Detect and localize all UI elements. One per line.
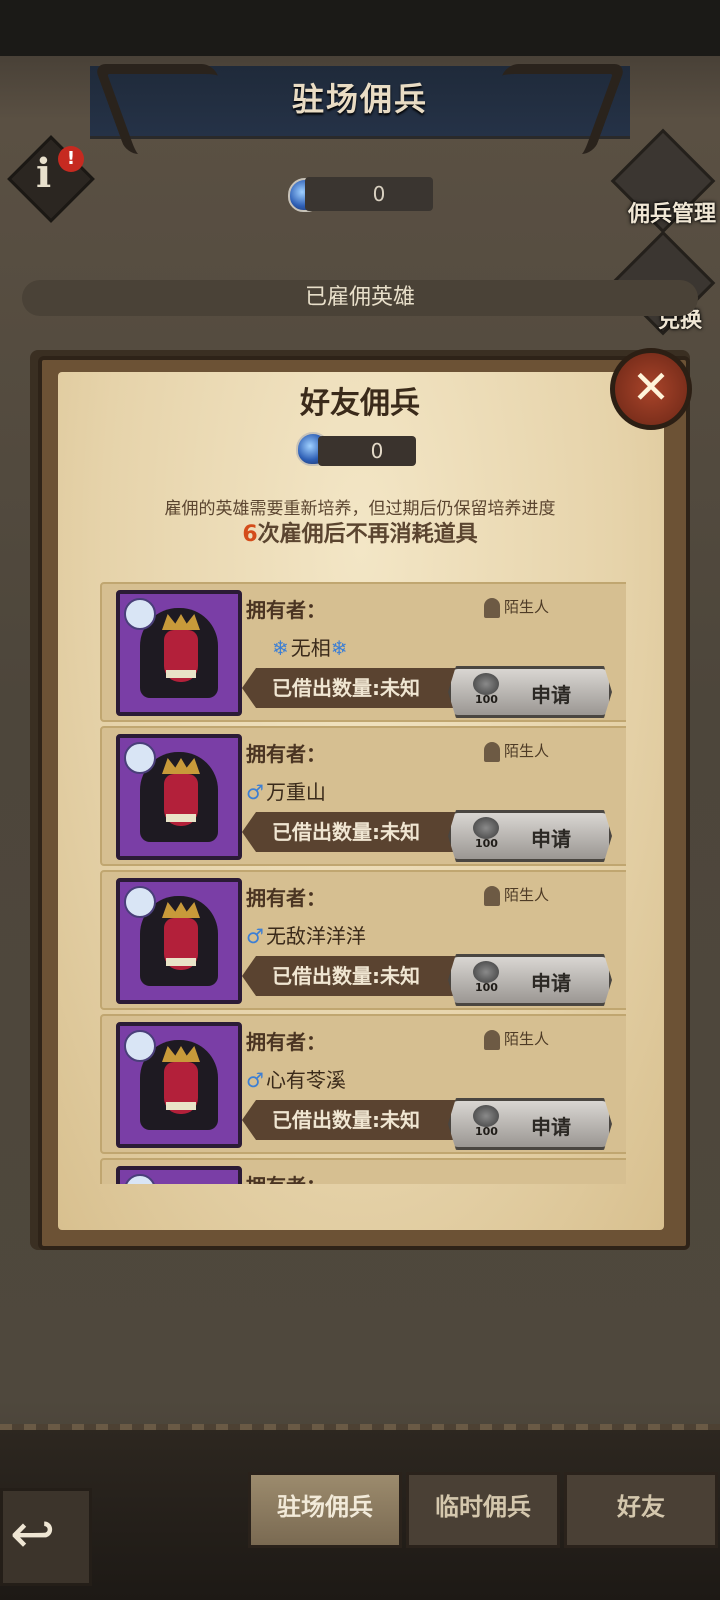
rank-icon bbox=[124, 598, 156, 630]
owner-label: 拥有者： bbox=[246, 1030, 326, 1054]
stranger-icon bbox=[484, 1029, 500, 1050]
token-icon bbox=[473, 673, 499, 695]
apply-button[interactable]: 100 申请 bbox=[448, 1098, 612, 1150]
male-icon: ♂ bbox=[246, 780, 264, 804]
owner-name: ❄ 无相❄ bbox=[272, 636, 348, 660]
rank-icon bbox=[124, 886, 156, 918]
stranger-icon bbox=[484, 885, 500, 906]
snowflake-icon: ❄ bbox=[330, 636, 348, 660]
tab-resident-mercenary[interactable]: 驻场佣兵 bbox=[248, 1472, 402, 1548]
page-title: 驻场佣兵 bbox=[291, 80, 428, 118]
modal-currency-value: 0 bbox=[318, 436, 416, 466]
token-icon bbox=[473, 817, 499, 839]
hero-portrait[interactable] bbox=[116, 878, 242, 1004]
mercenary-manage-label: 佣兵管理 bbox=[627, 202, 716, 227]
apply-label: 申请 bbox=[531, 1115, 571, 1139]
alert-badge: ! bbox=[58, 146, 84, 172]
stranger-icon bbox=[484, 597, 500, 618]
snowflake-icon: ❄ bbox=[272, 636, 289, 660]
relation-tag: 陌生人 bbox=[484, 1028, 549, 1050]
mercenary-card: 拥有者： 陌生人 ♂ 万重山 已借出数量:未知 100 申请 bbox=[100, 726, 626, 866]
relation-tag: 陌生人 bbox=[484, 596, 549, 618]
relation-tag: 陌生人 bbox=[484, 740, 549, 762]
owner-name: ♂ 万重山 bbox=[246, 780, 326, 804]
token-icon bbox=[473, 1105, 499, 1127]
mercenary-card: 拥有者： 陌生人 ♂ 心有苓溪 已借出数量:未知 100 申请 bbox=[100, 1014, 626, 1154]
hero-portrait[interactable] bbox=[116, 590, 242, 716]
modal-hire-note: 6次雇佣后不再消耗道具 bbox=[0, 516, 720, 548]
rank-icon bbox=[124, 1174, 156, 1184]
top-currency-value: 0 bbox=[305, 177, 433, 211]
apply-button[interactable]: 100 申请 bbox=[448, 666, 612, 718]
apply-label: 申请 bbox=[531, 827, 571, 851]
apply-button[interactable]: 100 申请 bbox=[448, 810, 612, 862]
rank-icon bbox=[124, 1030, 156, 1062]
info-icon: i bbox=[36, 150, 52, 197]
tab-friends[interactable]: 好友 bbox=[564, 1472, 718, 1548]
rank-icon bbox=[124, 742, 156, 774]
lend-count: 已借出数量:未知 bbox=[242, 956, 458, 996]
owner-label: 拥有者： bbox=[246, 742, 326, 766]
hero-portrait[interactable] bbox=[116, 1022, 242, 1148]
owner-name: ♂ 无敌洋洋洋 bbox=[246, 924, 366, 948]
owner-label: 拥有者： bbox=[246, 886, 326, 910]
token-icon bbox=[473, 961, 499, 983]
apply-cost: 100 bbox=[475, 1125, 498, 1138]
header: 驻场佣兵 bbox=[0, 56, 720, 154]
hired-heroes-bar: 已雇佣英雄 bbox=[22, 280, 698, 316]
apply-label: 申请 bbox=[531, 971, 571, 995]
status-strip bbox=[0, 0, 720, 56]
stranger-icon bbox=[484, 741, 500, 762]
apply-cost: 100 bbox=[475, 693, 498, 706]
hero-portrait[interactable] bbox=[116, 1166, 242, 1184]
lend-count: 已借出数量:未知 bbox=[242, 668, 458, 708]
owner-name: ♂ 心有苓溪 bbox=[246, 1068, 346, 1092]
owner-label: 拥有者： bbox=[246, 1170, 326, 1184]
relation-tag: 陌生人 bbox=[484, 884, 549, 906]
lend-count: 已借出数量:未知 bbox=[242, 812, 458, 852]
hero-portrait[interactable] bbox=[116, 734, 242, 860]
apply-cost: 100 bbox=[475, 837, 498, 850]
back-arrow-icon: ↩ bbox=[10, 1502, 56, 1565]
owner-label: 拥有者： bbox=[246, 598, 326, 622]
apply-button[interactable]: 100 申请 bbox=[448, 954, 612, 1006]
tab-temporary-mercenary[interactable]: 临时佣兵 bbox=[406, 1472, 560, 1548]
apply-cost: 100 bbox=[475, 981, 498, 994]
apply-label: 申请 bbox=[531, 683, 571, 707]
close-button[interactable]: ✕ bbox=[610, 348, 692, 430]
mercenary-card: 拥有者： bbox=[100, 1158, 626, 1184]
lend-count: 已借出数量:未知 bbox=[242, 1100, 458, 1140]
male-icon: ♂ bbox=[246, 924, 264, 948]
hire-count: 6 bbox=[242, 522, 258, 547]
mercenary-card: 拥有者： 陌生人 ❄ 无相❄ 已借出数量:未知 100 申请 bbox=[100, 582, 626, 722]
mercenary-card: 拥有者： 陌生人 ♂ 无敌洋洋洋 已借出数量:未知 100 申请 bbox=[100, 870, 626, 1010]
hire-note-text: 次雇佣后不再消耗道具 bbox=[257, 522, 478, 547]
mercenary-list[interactable]: 拥有者： 陌生人 ❄ 无相❄ 已借出数量:未知 100 申请 拥有者： 陌生人 ♂… bbox=[100, 582, 626, 1184]
male-icon: ♂ bbox=[246, 1068, 264, 1092]
